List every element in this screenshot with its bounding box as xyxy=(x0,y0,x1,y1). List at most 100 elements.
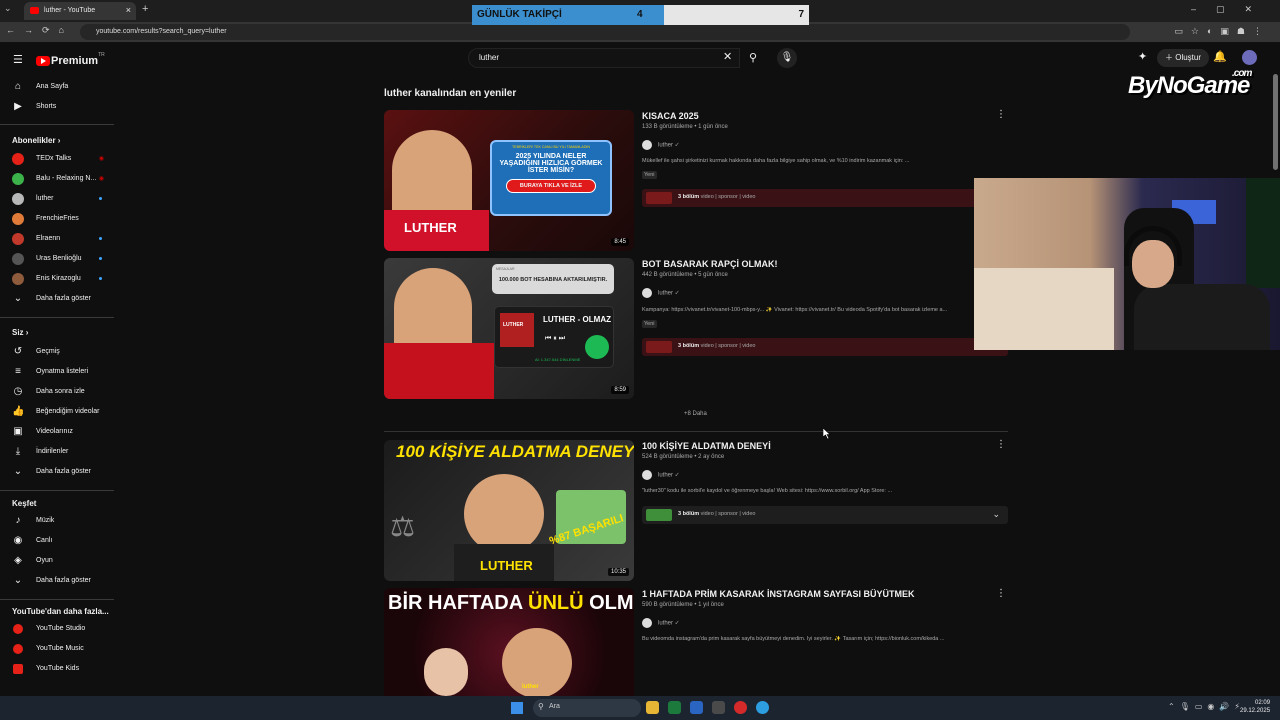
windows-start-icon[interactable] xyxy=(511,702,523,714)
sidebar-sub-elraenn[interactable]: Elraenn xyxy=(0,229,116,249)
chapters-text: video | sponsor | video xyxy=(700,343,756,349)
sidebar-item-home[interactable]: ⌂ Ana Sayfa xyxy=(0,77,116,97)
close-tab-icon[interactable]: × xyxy=(126,5,131,15)
sidebar-sub-luther[interactable]: luther xyxy=(0,189,116,209)
chapters-row[interactable]: 3 bölüm video | sponsor | video xyxy=(642,338,1008,356)
video-thumbnail[interactable]: MESAJLAR 100.000 BOT HESABINA AKTARILMIŞ… xyxy=(384,258,634,399)
url-field[interactable]: youtube.com/results?search_query=luther xyxy=(80,24,1130,40)
thumbnail-message-from: MESAJLAR xyxy=(496,267,515,271)
navigation-buttons[interactable]: ←→⟳⌂ xyxy=(6,25,73,36)
show-more-videos-button[interactable]: +8 Daha xyxy=(684,411,707,417)
sidebar-item-label: Müzik xyxy=(36,517,55,524)
cast-icon[interactable]: ✦ xyxy=(1138,50,1147,63)
voice-search-icon[interactable]: 🎙 xyxy=(777,48,797,68)
video-channel[interactable]: luther ✓ xyxy=(642,140,680,150)
avatar[interactable] xyxy=(1242,50,1257,65)
sidebar-item-label: Daha fazla göster xyxy=(36,577,91,584)
secondary-character-illustration xyxy=(424,648,468,696)
video-options-icon[interactable]: ⋮ xyxy=(996,439,1006,450)
youtube-premium-logo[interactable]: PremiumTR xyxy=(36,52,105,70)
expand-chapters-icon[interactable]: ⌄ xyxy=(992,509,1000,520)
video-thumbnail[interactable]: 100 KİŞİYE ALDATMA DENEYİ LUTHER ⚖ %87 B… xyxy=(384,440,634,581)
sidebar-item-history[interactable]: ↺ Geçmiş xyxy=(0,342,116,362)
video-thumbnail[interactable]: LUTHER TEBRİKLER! TEK CANLI BU YILI TAMA… xyxy=(384,110,634,251)
channel-avatar xyxy=(12,253,24,265)
video-meta: 133 B görüntüleme • 1 gün önce xyxy=(642,124,728,130)
sidebar-item-liked[interactable]: 👍 Beğendiğim videolar xyxy=(0,402,116,422)
new-tab-icon[interactable]: + xyxy=(142,3,148,15)
sidebar-item-label: Oynatma listeleri xyxy=(36,368,89,375)
notifications-icon[interactable]: 🔔 xyxy=(1213,50,1227,63)
search-icon: ⚲ xyxy=(538,702,544,711)
sidebar-sub-balu[interactable]: Balu - Relaxing N... ◉ xyxy=(0,169,116,189)
sidebar-item-downloads[interactable]: ⤓ İndirilenler xyxy=(0,442,116,462)
sidebar-item-yt-studio[interactable]: YouTube Studio xyxy=(0,619,116,639)
system-tray-icons[interactable]: ⌃🎙▭◉🔊⚡ xyxy=(1168,702,1245,711)
sidebar-item-music[interactable]: ♪ Müzik xyxy=(0,511,116,531)
video-options-icon[interactable]: ⋮ xyxy=(996,109,1006,120)
video-title[interactable]: KISACA 2025 xyxy=(642,111,699,121)
tab-search-dropdown-icon[interactable]: ⌄ xyxy=(4,3,12,14)
thumbnail-question-text: 2025 YILINDA NELER YAŞADIĞINI HIZLICA GÖ… xyxy=(499,153,603,174)
sidebar-item-gaming[interactable]: ◈ Oyun xyxy=(0,551,116,571)
sidebar-explore-show-more[interactable]: ⌄ Daha fazla göster xyxy=(0,571,116,591)
sidebar-sub-frenchiefries[interactable]: FrenchieFries xyxy=(0,209,116,229)
you-heading[interactable]: Siz › xyxy=(12,328,28,337)
chrome-browser-icon[interactable] xyxy=(756,701,769,714)
browser-tab[interactable]: luther - YouTube × xyxy=(24,2,136,20)
clear-search-icon[interactable]: ✕ xyxy=(723,50,732,63)
spreadsheet-app-icon[interactable] xyxy=(668,701,681,714)
hamburger-menu-icon[interactable]: ☰ xyxy=(13,53,23,66)
video-channel[interactable]: luther ✓ xyxy=(642,470,680,480)
sidebar-sub-tedx[interactable]: TEDx Talks ◉ xyxy=(0,149,116,169)
media-app-icon[interactable] xyxy=(734,701,747,714)
sidebar-item-yt-music[interactable]: YouTube Music xyxy=(0,639,116,659)
taskbar-search[interactable]: ⚲ Ara xyxy=(533,699,641,717)
channel-avatar xyxy=(642,288,652,298)
create-button[interactable]: ＋ Oluştur xyxy=(1157,49,1210,67)
live-indicator-icon: ◉ xyxy=(98,156,104,162)
chapters-row[interactable]: 3 bölüm video | sponsor | video ⌄ xyxy=(642,506,1008,524)
sidebar-sub-enis[interactable]: Enis Kirazoglu xyxy=(0,269,116,289)
sidebar-item-yt-kids[interactable]: YouTube Kids xyxy=(0,659,116,679)
sidebar: ⌂ Ana Sayfa ▶ Shorts Abonelikler › TEDx Ta… xyxy=(0,74,120,696)
character-jacket xyxy=(384,343,494,399)
character-illustration xyxy=(464,474,544,554)
settings-app-icon[interactable] xyxy=(712,701,725,714)
word-app-icon[interactable] xyxy=(690,701,703,714)
subscriptions-heading[interactable]: Abonelikler › xyxy=(12,136,60,145)
search-button-icon[interactable]: ⚲ xyxy=(740,48,766,68)
video-channel[interactable]: luther ✓ xyxy=(642,288,680,298)
window-controls[interactable]: –▢✕ xyxy=(1191,4,1272,15)
sidebar-item-watch-later[interactable]: ◷ Daha sonra izle xyxy=(0,382,116,402)
chapters-row[interactable]: 3 bölüm video | sponsor | video xyxy=(642,189,1008,207)
video-description: Mükellef ile şahsi şirketinizi kurmak ha… xyxy=(642,158,910,164)
file-explorer-icon[interactable] xyxy=(646,701,659,714)
sidebar-item-label: TEDx Talks xyxy=(36,155,72,162)
browser-toolbar-icons[interactable]: ▭☆◐▣☗⋮ xyxy=(1174,26,1270,37)
video-thumbnail[interactable]: BİR HAFTADA ÜNLÜ OLMAK luther xyxy=(384,588,634,696)
sidebar-you-show-more[interactable]: ⌄ Daha fazla göster xyxy=(0,462,116,482)
sidebar-sub-uras[interactable]: Uras Benlioğlu xyxy=(0,249,116,269)
sidebar-subs-show-more[interactable]: ⌄ Daha fazla göster xyxy=(0,289,116,309)
taskbar-search-label: Ara xyxy=(549,703,560,710)
sidebar-item-live[interactable]: ◉ Canlı xyxy=(0,531,116,551)
video-duration: 10:35 xyxy=(607,568,629,576)
video-title[interactable]: 1 HAFTADA PRİM KASARAK İNSTAGRAM SAYFASI… xyxy=(642,589,915,599)
video-description: "luther30" kodu ile sorbil'e kaydol ve ö… xyxy=(642,488,893,494)
spotify-logo-icon xyxy=(585,335,609,359)
score-right-value: 7 xyxy=(798,9,804,20)
video-title[interactable]: 100 KİŞİYE ALDATMA DENEYİ xyxy=(642,441,771,451)
sidebar-item-label: luther xyxy=(36,195,54,202)
video-title[interactable]: BOT BASARAK RAPÇİ OLMAK! xyxy=(642,259,778,269)
taskbar-clock[interactable]: 02:09 29.12.2025 xyxy=(1240,699,1270,715)
video-options-icon[interactable]: ⋮ xyxy=(996,588,1006,599)
new-content-dot xyxy=(99,237,102,240)
page-scrollbar[interactable] xyxy=(1273,74,1278,170)
sidebar-item-shorts[interactable]: ▶ Shorts xyxy=(0,97,116,117)
sidebar-item-playlists[interactable]: ≡ Oynatma listeleri xyxy=(0,362,116,382)
sidebar-divider xyxy=(0,490,114,491)
sidebar-item-your-videos[interactable]: ▣ Videolarınız xyxy=(0,422,116,442)
search-input[interactable]: luther xyxy=(468,48,740,68)
video-channel[interactable]: luther ✓ xyxy=(642,618,680,628)
